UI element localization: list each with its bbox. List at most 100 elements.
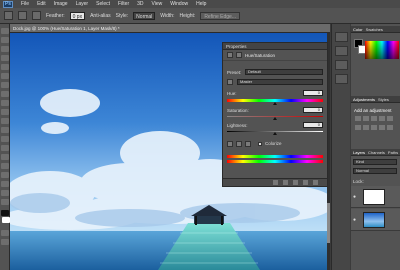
marquee-tool-icon[interactable] — [1, 37, 9, 43]
gradient-tool-icon[interactable] — [1, 127, 9, 133]
background-color-swatch[interactable] — [2, 217, 10, 223]
style-select[interactable]: Normal — [133, 11, 156, 20]
saturation-input[interactable]: 0 — [303, 107, 323, 113]
paragraph-panel-icon[interactable] — [335, 74, 348, 84]
scrollbar-thumb[interactable] — [327, 203, 330, 243]
eyedropper-tool-icon[interactable] — [1, 73, 9, 79]
mask-icon[interactable] — [236, 52, 242, 58]
lightness-label: Lightness: — [227, 123, 248, 128]
output-color-bar — [227, 160, 323, 163]
menu-image[interactable]: Image — [54, 1, 68, 7]
layers-panel-tabs: Layers Channels Paths — [351, 149, 400, 156]
vibrance-icon[interactable] — [387, 116, 393, 121]
menu-window[interactable]: Window — [170, 1, 188, 7]
tab-adjustments[interactable]: Adjustments — [353, 97, 375, 102]
menu-layer[interactable]: Layer — [76, 1, 89, 7]
tab-channels[interactable]: Channels — [368, 150, 385, 155]
add-selection-icon[interactable] — [32, 11, 41, 20]
color-balance-icon[interactable] — [363, 125, 369, 130]
hue-sat-icon[interactable] — [355, 125, 361, 130]
crop-tool-icon[interactable] — [1, 64, 9, 70]
type-tool-icon[interactable] — [1, 163, 9, 169]
properties-panel-icon[interactable] — [335, 46, 348, 56]
menu-file[interactable]: File — [21, 1, 29, 7]
clip-to-layer-icon[interactable] — [273, 180, 278, 185]
menu-3d[interactable]: 3D — [137, 1, 143, 7]
height-label: Height: — [179, 12, 196, 19]
brightness-icon[interactable] — [355, 116, 361, 121]
reset-icon[interactable] — [293, 180, 298, 185]
quick-mask-icon[interactable] — [1, 230, 9, 236]
blur-tool-icon[interactable] — [1, 136, 9, 142]
tab-layers[interactable]: Layers — [353, 150, 365, 155]
history-brush-tool-icon[interactable] — [1, 109, 9, 115]
quick-select-tool-icon[interactable] — [1, 55, 9, 61]
colorize-checkbox[interactable] — [258, 142, 262, 146]
layer-filter-select[interactable]: Kind — [353, 159, 397, 165]
path-select-tool-icon[interactable] — [1, 172, 9, 178]
channel-mixer-icon[interactable] — [387, 125, 393, 130]
tab-paths[interactable]: Paths — [388, 150, 398, 155]
hand-adjust-icon[interactable] — [227, 79, 233, 85]
feather-input[interactable]: 0 px — [69, 11, 86, 20]
layer-row[interactable]: ● — [351, 209, 400, 231]
tab-color[interactable]: Color — [353, 27, 363, 32]
menu-bar: Ps File Edit Image Layer Select Filter 3… — [0, 0, 400, 8]
adjustment-mask-thumbnail[interactable] — [363, 189, 385, 205]
visibility-eye-icon[interactable]: ● — [353, 217, 356, 223]
new-selection-icon[interactable] — [18, 11, 27, 20]
menu-help[interactable]: Help — [196, 1, 206, 7]
view-previous-icon[interactable] — [283, 180, 288, 185]
layer-row[interactable]: ● — [351, 186, 400, 208]
bw-icon[interactable] — [371, 125, 377, 130]
visibility-eye-icon[interactable]: ● — [353, 194, 356, 200]
stamp-tool-icon[interactable] — [1, 100, 9, 106]
healing-tool-icon[interactable] — [1, 82, 9, 88]
eraser-tool-icon[interactable] — [1, 118, 9, 124]
foreground-color-swatch[interactable] — [1, 210, 9, 216]
photo-filter-icon[interactable] — [379, 125, 385, 130]
exposure-icon[interactable] — [379, 116, 385, 121]
screen-mode-icon[interactable] — [1, 239, 9, 245]
preset-label: Preset: — [227, 70, 242, 75]
menu-filter[interactable]: Filter — [118, 1, 129, 7]
document-tab[interactable]: Dock.jpg @ 100% (Hue/Saturation 1, Layer… — [10, 24, 330, 33]
lasso-tool-icon[interactable] — [1, 46, 9, 52]
blend-mode-select[interactable]: Normal — [353, 168, 397, 174]
tab-styles[interactable]: Styles — [378, 97, 389, 102]
visibility-icon[interactable] — [303, 180, 308, 185]
curves-icon[interactable] — [371, 116, 377, 121]
zoom-tool-icon[interactable] — [1, 199, 9, 205]
anti-alias-checkbox[interactable]: Anti-alias — [90, 13, 111, 19]
hue-input[interactable]: 0 — [303, 90, 323, 96]
color-spectrum[interactable] — [365, 41, 399, 59]
channel-select[interactable]: Master — [237, 79, 323, 85]
menu-select[interactable]: Select — [96, 1, 110, 7]
image-layer-thumbnail[interactable] — [363, 212, 385, 228]
move-tool-icon[interactable] — [1, 28, 9, 34]
refine-edge-button[interactable]: Refine Edge... — [200, 11, 240, 20]
eyedropper-plus-icon[interactable] — [236, 141, 242, 147]
hue-slider-knob[interactable] — [273, 102, 277, 105]
shape-tool-icon[interactable] — [1, 181, 9, 187]
menu-view[interactable]: View — [152, 1, 163, 7]
lightness-input[interactable]: 0 — [303, 122, 323, 128]
eyedropper-minus-icon[interactable] — [245, 141, 251, 147]
trash-icon[interactable] — [313, 180, 318, 185]
adjustment-name: Hue/Saturation — [245, 52, 276, 58]
saturation-slider-knob[interactable] — [273, 117, 277, 120]
history-panel-icon[interactable] — [335, 32, 348, 42]
eyedropper-icon[interactable] — [227, 141, 233, 147]
marquee-tool-icon[interactable] — [4, 11, 13, 20]
feather-label: Feather: — [46, 12, 65, 19]
menu-edit[interactable]: Edit — [37, 1, 46, 7]
levels-icon[interactable] — [363, 116, 369, 121]
pen-tool-icon[interactable] — [1, 154, 9, 160]
hand-tool-icon[interactable] — [1, 190, 9, 196]
brush-tool-icon[interactable] — [1, 91, 9, 97]
tab-swatches[interactable]: Swatches — [366, 27, 383, 32]
dodge-tool-icon[interactable] — [1, 145, 9, 151]
lightness-slider-knob[interactable] — [273, 132, 277, 135]
preset-select[interactable]: Default — [245, 69, 323, 75]
character-panel-icon[interactable] — [335, 60, 348, 70]
